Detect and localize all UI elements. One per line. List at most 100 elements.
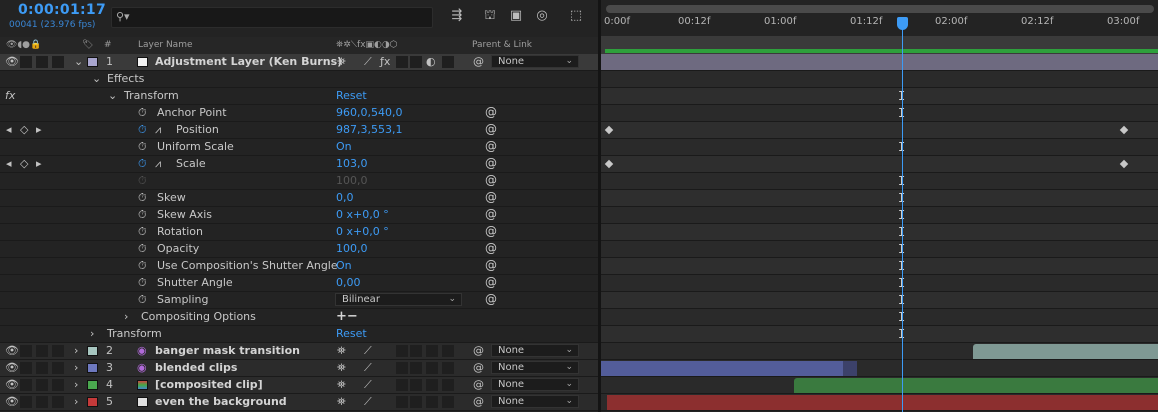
expression-pickwhip-icon[interactable]: @ xyxy=(485,105,497,119)
frame-blend-switch[interactable] xyxy=(396,56,408,68)
parent-dropdown[interactable]: None ⌄ xyxy=(491,344,579,357)
pick-whip-icon[interactable]: @ xyxy=(473,377,484,393)
3d-layer-switch[interactable] xyxy=(442,56,454,68)
label-color[interactable] xyxy=(87,380,98,390)
reset-link[interactable]: Reset xyxy=(336,88,367,104)
quality-switch-icon[interactable]: ⟋ xyxy=(364,394,372,410)
skew-value[interactable]: 0,0 xyxy=(336,190,354,206)
next-keyframe-icon[interactable]: ▸ xyxy=(36,122,42,138)
shy-switch-icon[interactable]: ⛯ xyxy=(337,377,346,393)
label-color[interactable] xyxy=(87,346,98,356)
rotation-value[interactable]: 0 x+0,0 ° xyxy=(336,224,389,240)
current-time-indicator[interactable] xyxy=(902,20,903,412)
lock-switch[interactable] xyxy=(52,56,64,68)
expression-pickwhip-icon[interactable]: @ xyxy=(485,139,497,153)
layer-name[interactable]: banger mask transition xyxy=(155,343,300,359)
solo-switch[interactable] xyxy=(36,396,48,408)
draft-3d-icon[interactable]: ⛫ xyxy=(481,8,499,25)
stopwatch-icon[interactable]: ⏱ xyxy=(138,122,147,138)
prev-keyframe-icon[interactable]: ◂ xyxy=(6,156,12,172)
solo-switch[interactable] xyxy=(36,379,48,391)
layer-name[interactable]: even the background xyxy=(155,394,287,410)
pick-whip-icon[interactable]: @ xyxy=(473,343,484,359)
track-layer-2[interactable] xyxy=(601,343,1158,360)
motion-blur-switch[interactable] xyxy=(410,379,422,391)
keyframe[interactable] xyxy=(1119,159,1129,169)
label-color[interactable] xyxy=(87,57,98,67)
chevron-down-icon[interactable]: ⌄ xyxy=(108,88,117,104)
lock-switch[interactable] xyxy=(52,379,64,391)
expression-pickwhip-icon[interactable]: @ xyxy=(485,224,497,238)
layer-bar-3[interactable] xyxy=(601,361,843,376)
time-ruler[interactable]: 0:00f 00:12f 01:00f 01:12f 02:00f 02:12f… xyxy=(601,0,1158,36)
expression-pickwhip-icon[interactable]: @ xyxy=(485,258,497,272)
quality-switch-icon[interactable]: ⟋ xyxy=(364,360,372,376)
add-remove-mask-buttons[interactable]: +− xyxy=(336,309,358,325)
layer-bar-5[interactable] xyxy=(607,395,1158,410)
comp-flowchart-icon[interactable]: ⇶ xyxy=(448,8,466,23)
layer-bar-2[interactable] xyxy=(973,344,1158,359)
eye-icon[interactable]: 👁 xyxy=(5,394,19,410)
track-layer-3[interactable] xyxy=(601,360,1158,377)
pick-whip-icon[interactable]: @ xyxy=(473,54,484,70)
motion-blur-icon[interactable]: ◎ xyxy=(533,8,551,23)
layer-name[interactable]: [composited clip] xyxy=(155,377,263,393)
parent-dropdown[interactable]: None ⌄ xyxy=(491,361,579,374)
audio-switch[interactable] xyxy=(20,56,32,68)
skew-axis-value[interactable]: 0 x+0,0 ° xyxy=(336,207,389,223)
lock-switch[interactable] xyxy=(52,396,64,408)
expression-pickwhip-icon[interactable]: @ xyxy=(485,207,497,221)
expression-pickwhip-icon[interactable]: @ xyxy=(485,122,497,136)
audio-switch[interactable] xyxy=(20,379,32,391)
adjustment-switch[interactable] xyxy=(426,362,438,374)
layer-row-4[interactable]: 👁 › 4 [composited clip] ⛯ ⟋ @ None ⌄ xyxy=(0,377,598,394)
playhead-handle[interactable] xyxy=(897,17,908,30)
stopwatch-icon[interactable]: ⏱ xyxy=(138,258,147,274)
shutter-angle-value[interactable]: 0,00 xyxy=(336,275,361,291)
adjustment-switch[interactable] xyxy=(426,396,438,408)
track-layer-5[interactable] xyxy=(601,394,1158,411)
scale-row[interactable]: ◂ ◇ ▸ ⏱ ⩘ Scale 103,0 @ xyxy=(0,156,598,173)
keyframe[interactable] xyxy=(604,159,614,169)
quality-switch-icon[interactable]: ⟋ xyxy=(364,54,372,70)
skew-axis-row[interactable]: ⏱ Skew Axis 0 x+0,0 ° @ xyxy=(0,207,598,224)
motion-blur-switch[interactable] xyxy=(410,345,422,357)
adjustment-switch[interactable] xyxy=(426,345,438,357)
parent-dropdown[interactable]: None ⌄ xyxy=(491,378,579,391)
stopwatch-icon[interactable]: ⏱ xyxy=(138,241,147,257)
layer-transform-row[interactable]: › Transform Reset xyxy=(0,326,598,343)
add-keyframe-icon[interactable]: ◇ xyxy=(20,122,28,138)
chevron-right-icon[interactable]: › xyxy=(74,394,78,410)
uniform-scale-row[interactable]: ⏱ Uniform Scale On @ xyxy=(0,139,598,156)
layer-name[interactable]: blended clips xyxy=(155,360,237,376)
chevron-right-icon[interactable]: › xyxy=(124,309,128,325)
sampling-row[interactable]: ⏱ Sampling Bilinear ⌄ @ xyxy=(0,292,598,309)
label-color[interactable] xyxy=(87,363,98,373)
add-keyframe-icon[interactable]: ◇ xyxy=(20,156,28,172)
expression-pickwhip-icon[interactable]: @ xyxy=(485,275,497,289)
shy-switch-icon[interactable]: ⛯ xyxy=(337,394,346,410)
parent-dropdown[interactable]: None ⌄ xyxy=(491,55,579,68)
layer-row-1[interactable]: 👁 ⌄ 1 Adjustment Layer (Ken Burns) ⛯ ⟋ ƒ… xyxy=(0,54,598,71)
chevron-down-icon[interactable]: ⌄ xyxy=(74,54,83,70)
shutter-angle-row[interactable]: ⏱ Shutter Angle 0,00 @ xyxy=(0,275,598,292)
transform-effect-row[interactable]: fx ⌄ Transform Reset xyxy=(0,88,598,105)
motion-blur-switch[interactable] xyxy=(410,396,422,408)
anchor-point-value[interactable]: 960,0,540,0 xyxy=(336,105,402,121)
layer-name-column[interactable]: Layer Name xyxy=(138,40,193,50)
graph-icon[interactable]: ⩘ xyxy=(155,122,161,138)
track-layer-1[interactable] xyxy=(601,54,1158,71)
eye-icon[interactable]: 👁 xyxy=(5,343,19,359)
solo-switch[interactable] xyxy=(36,56,48,68)
current-timecode[interactable]: 0:00:01:17 xyxy=(18,2,106,18)
stopwatch-icon[interactable]: ⏱ xyxy=(138,105,147,121)
expression-pickwhip-icon[interactable]: @ xyxy=(485,156,497,170)
prev-keyframe-icon[interactable]: ◂ xyxy=(6,122,12,138)
chevron-down-icon[interactable]: ⌄ xyxy=(92,71,101,87)
opacity-value[interactable]: 100,0 xyxy=(336,241,368,257)
fx-switch-icon[interactable]: ƒx xyxy=(380,54,390,70)
3d-layer-switch[interactable] xyxy=(442,362,454,374)
layer-bar-3-tail[interactable] xyxy=(843,361,857,376)
adjustment-layer-icon[interactable]: ◐ xyxy=(426,54,436,70)
layer-name[interactable]: Adjustment Layer (Ken Burns) xyxy=(155,54,342,70)
